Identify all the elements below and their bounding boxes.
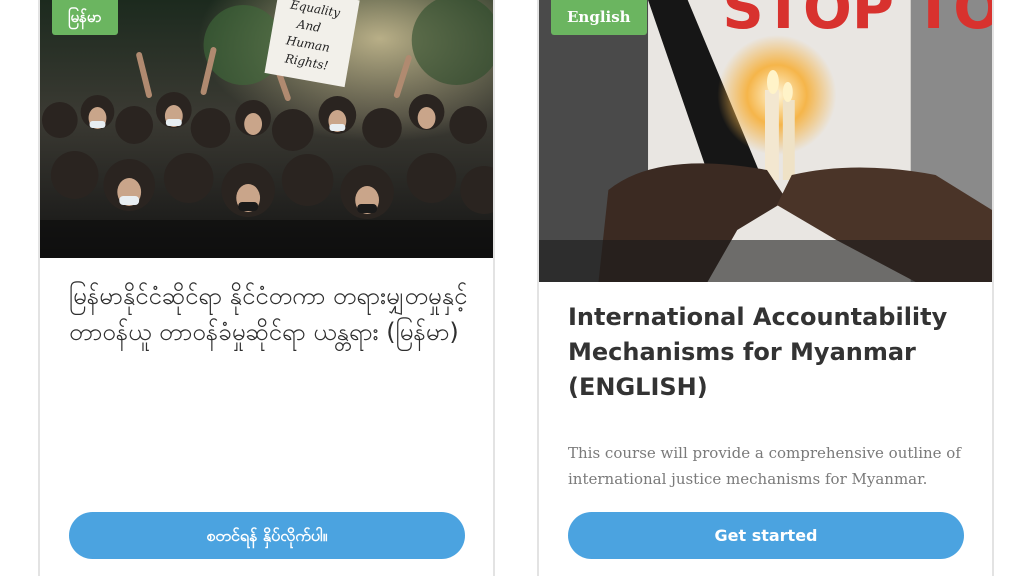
shirt-print-text: STOP TORTURE: [722, 0, 992, 42]
language-badge: English: [551, 0, 647, 35]
language-badge: မြန်မာ: [52, 0, 118, 35]
course-description: This course will provide a comprehensive…: [568, 444, 961, 488]
get-started-button[interactable]: Get started: [568, 512, 964, 559]
course-title[interactable]: မြန်မာနိုင်ငံဆိုင်ရာ နိုင်ငံတကာ တရားမျှတ…: [69, 278, 469, 350]
course-card-english: STOP TORTURE English International Accou…: [537, 0, 994, 576]
get-started-button[interactable]: စတင်ရန် နှိပ်လိုက်ပါ။: [69, 512, 465, 559]
candle-vigil-photo-icon: STOP TORTURE: [539, 0, 992, 282]
course-image-vigil[interactable]: STOP TORTURE: [539, 0, 992, 282]
course-card-myanmar: Equality And Human Rights! မြန်မာ မြန်မာ…: [38, 0, 495, 576]
protest-crowd-photo-icon: Equality And Human Rights!: [40, 0, 493, 258]
course-image-protest[interactable]: Equality And Human Rights!: [40, 0, 493, 258]
course-title[interactable]: International Accountability Mechanisms …: [568, 300, 968, 405]
course-grid: Equality And Human Rights! မြန်မာ မြန်မာ…: [0, 0, 1024, 576]
